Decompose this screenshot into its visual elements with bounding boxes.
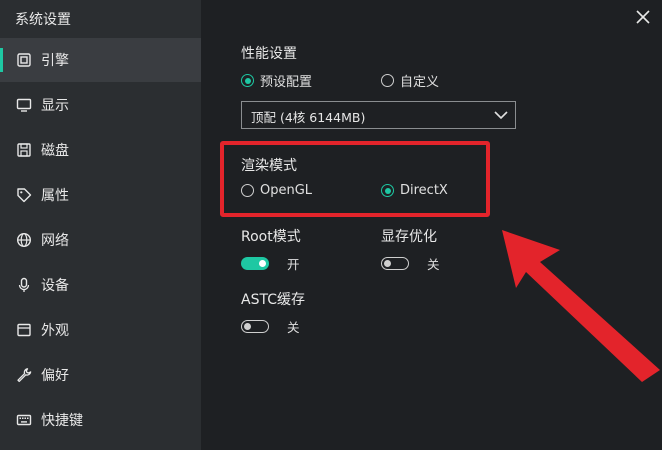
render-mode-title: 渲染模式 [241, 158, 297, 174]
radio-directx[interactable]: DirectX [381, 183, 448, 198]
sidebar-item-display[interactable]: 显示 [0, 83, 201, 127]
settings-panel: 性能设置 预设配置 自定义 顶配 (4核 6144MB) 渲染模式 OpenGL… [201, 0, 662, 450]
radio-indicator [241, 184, 254, 197]
sidebar-item-label: 外观 [41, 323, 69, 339]
sidebar-item-label: 显示 [41, 98, 69, 114]
disk-icon [16, 142, 32, 158]
sidebar-item-label: 引擎 [41, 53, 69, 69]
chevron-down-icon [493, 107, 509, 123]
sidebar-item-label: 网络 [41, 233, 69, 249]
radio-label: 预设配置 [260, 75, 313, 90]
sidebar-item-label: 偏好 [41, 368, 69, 384]
globe-icon [16, 232, 32, 248]
sidebar-item-preferences[interactable]: 偏好 [0, 353, 201, 397]
root-mode-toggle[interactable] [241, 257, 269, 270]
toggle-state: 关 [287, 320, 300, 335]
sidebar-item-label: 属性 [41, 188, 69, 204]
radio-label: 自定义 [400, 75, 440, 90]
sidebar-item-label: 磁盘 [41, 143, 69, 159]
window-icon [16, 322, 32, 338]
sidebar-item-properties[interactable]: 属性 [0, 173, 201, 217]
monitor-icon [16, 97, 32, 113]
performance-title: 性能设置 [241, 46, 297, 62]
astc-cache-title: ASTC缓存 [241, 292, 305, 308]
radio-preset[interactable]: 预设配置 [241, 71, 312, 90]
sidebar-item-shortcuts[interactable]: 快捷键 [0, 398, 201, 442]
radio-custom[interactable]: 自定义 [381, 71, 439, 90]
toggle-state: 开 [287, 257, 300, 272]
root-mode-title: Root模式 [241, 229, 301, 245]
radio-label: OpenGL [260, 183, 313, 198]
sidebar-item-devices[interactable]: 设备 [0, 263, 201, 307]
vram-opt-toggle[interactable] [381, 257, 409, 270]
radio-indicator [241, 74, 254, 87]
radio-indicator [381, 184, 394, 197]
vram-opt-title: 显存优化 [381, 229, 437, 245]
sidebar-item-label: 快捷键 [41, 413, 83, 429]
performance-dropdown[interactable]: 顶配 (4核 6144MB) [241, 101, 516, 129]
sidebar-item-disk[interactable]: 磁盘 [0, 128, 201, 172]
keyboard-icon [16, 412, 32, 428]
radio-opengl[interactable]: OpenGL [241, 183, 312, 198]
wrench-icon [16, 367, 32, 383]
tag-icon [16, 187, 32, 203]
radio-indicator [381, 74, 394, 87]
sidebar-item-network[interactable]: 网络 [0, 218, 201, 262]
astc-cache-setting: 关 [241, 317, 300, 336]
sidebar: 系统设置 引擎 显示 磁盘 属性 网络 设备 外观 偏好 快捷键 [0, 0, 201, 450]
root-mode-setting: 开 [241, 254, 300, 273]
sidebar-item-appearance[interactable]: 外观 [0, 308, 201, 352]
vram-opt-setting: 关 [381, 254, 440, 273]
window-title: 系统设置 [15, 12, 71, 28]
dropdown-value: 顶配 (4核 6144MB) [251, 110, 366, 125]
astc-cache-toggle[interactable] [241, 320, 269, 333]
sidebar-item-engine[interactable]: 引擎 [0, 38, 201, 82]
chip-icon [16, 52, 32, 68]
active-indicator [0, 48, 3, 72]
radio-label: DirectX [400, 183, 448, 198]
toggle-state: 关 [427, 257, 440, 272]
sidebar-item-label: 设备 [41, 278, 69, 294]
microphone-icon [16, 277, 32, 293]
